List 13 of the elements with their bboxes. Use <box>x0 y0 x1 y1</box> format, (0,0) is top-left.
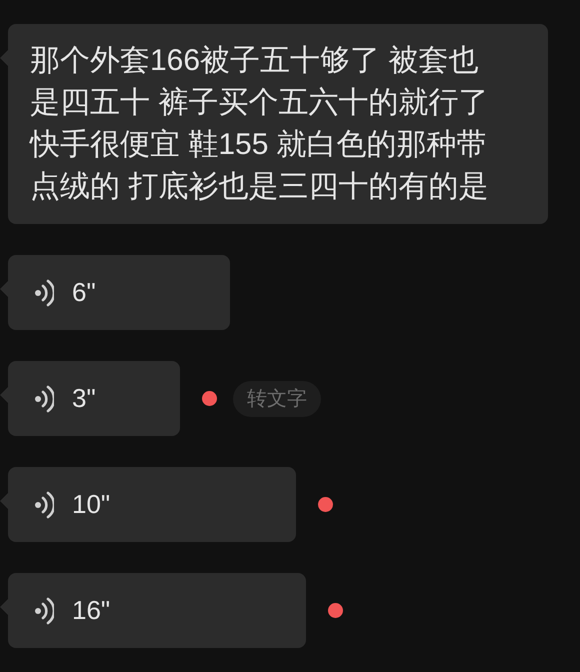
bubble-tail-icon <box>0 493 8 509</box>
voice-message-bubble[interactable]: 6" <box>8 255 230 330</box>
bubble-tail-icon <box>0 387 8 403</box>
message-text: 那个外套166被子五十够了 被套也是四五十 裤子买个五六十的就行了快手很便宜 鞋155 就白色的那种带点绒的 打底衫也是三四十的有的是 <box>30 43 490 205</box>
voice-message-bubble[interactable]: 16" <box>8 573 306 648</box>
voice-wave-icon <box>34 384 54 412</box>
voice-wave-icon <box>34 490 54 518</box>
voice-wave-icon <box>34 596 54 624</box>
voice-wave-icon <box>34 278 54 306</box>
bubble-tail-icon <box>0 599 8 615</box>
voice-message-bubble[interactable]: 3" <box>8 361 180 436</box>
bubble-tail-icon <box>0 281 8 297</box>
voice-message-bubble[interactable]: 10" <box>8 467 296 542</box>
